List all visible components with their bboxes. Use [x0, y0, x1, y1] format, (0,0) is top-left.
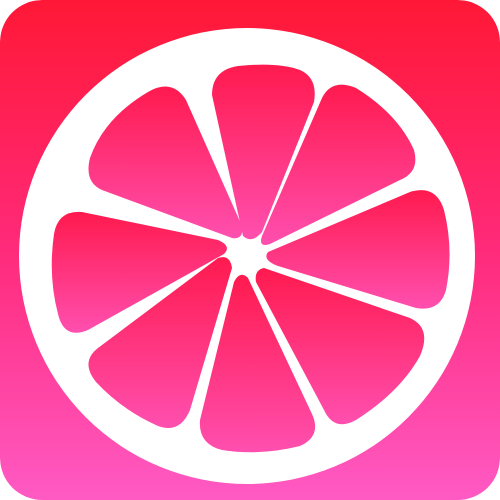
grapefruit-slice-icon [0, 0, 500, 500]
app-icon[interactable] [0, 0, 500, 500]
fruit-center [239, 242, 251, 254]
